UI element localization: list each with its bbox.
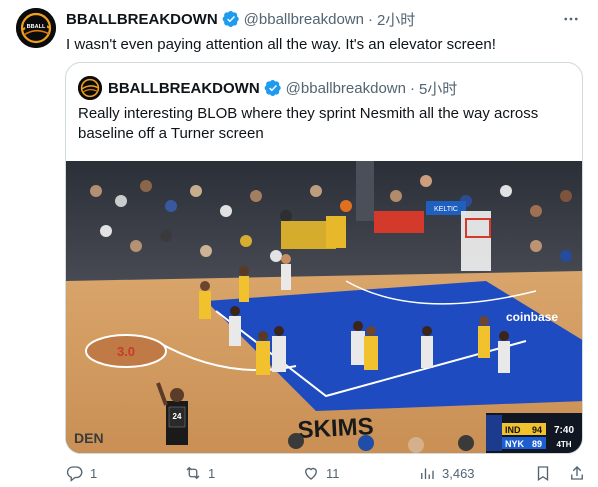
views-button[interactable]: 3,463	[418, 462, 475, 484]
verified-badge-icon	[222, 10, 239, 28]
separator-dot: ·	[367, 10, 373, 28]
tweet-actions: 1 1 11 3,463	[66, 462, 586, 484]
like-count: 11	[326, 465, 340, 481]
basketball-court-image: KELTIC 3.0 SKIMS DEN coinbase 24 IND 94 …	[66, 161, 582, 453]
quoted-handle[interactable]: @bballbreakdown	[286, 80, 406, 97]
display-name[interactable]: BBALLBREAKDOWN	[66, 11, 218, 28]
bookmark-icon	[537, 466, 549, 482]
more-dots-icon	[564, 17, 578, 21]
game-quarter: 4TH	[556, 440, 571, 449]
team2-abbr: NYK	[505, 439, 525, 449]
bballbreakdown-logo: BBALL	[16, 8, 56, 48]
quoted-text: Really interesting BLOB where they sprin…	[78, 105, 539, 142]
heart-icon	[305, 467, 317, 480]
repost-icon	[186, 466, 200, 480]
timestamp[interactable]: 2小时	[377, 9, 415, 30]
views-count: 3,463	[442, 465, 475, 481]
quoted-header: BBALLBREAKDOWN @bballbreakdown · 5小时	[108, 76, 457, 100]
share-button[interactable]	[568, 462, 586, 484]
repost-button[interactable]: 1	[184, 462, 215, 484]
repost-count: 1	[208, 465, 216, 481]
team2-score: 89	[532, 439, 542, 449]
avatar[interactable]: BBALL	[16, 8, 56, 48]
quoted-timestamp[interactable]: 5小时	[419, 78, 457, 99]
tweet: BBALL BBALLBREAKDOWN @bballbreakdown · 2…	[0, 0, 598, 487]
court-edge-text: DEN	[74, 430, 104, 446]
scoreboard: IND 94 NYK 89 7:40 4TH	[486, 413, 582, 453]
svg-text:BBALL: BBALL	[27, 24, 46, 30]
quoted-display-name[interactable]: BBALLBREAKDOWN	[108, 80, 260, 97]
quoted-tweet[interactable]: BBALLBREAKDOWN @bballbreakdown · 5小时 Rea…	[65, 62, 583, 454]
share-icon	[571, 466, 583, 480]
reply-icon	[66, 466, 83, 482]
game-clock: 7:40	[554, 425, 574, 436]
quoted-avatar[interactable]	[78, 76, 102, 100]
tweet-header: BBALLBREAKDOWN @bballbreakdown · 2小时	[66, 9, 415, 29]
tweet-text: I wasn't even paying attention all the w…	[66, 36, 496, 53]
court-logo-number: 3.0	[117, 344, 135, 359]
stanchion-text: KELTIC	[434, 206, 458, 213]
team1-score: 94	[532, 425, 542, 435]
team1-abbr: IND	[505, 425, 521, 435]
bookmark-button[interactable]	[534, 462, 552, 484]
separator-dot: ·	[409, 79, 415, 97]
bballbreakdown-logo	[78, 76, 102, 100]
verified-badge-icon	[264, 79, 281, 97]
handle[interactable]: @bballbreakdown	[244, 11, 364, 28]
referee-number: 24	[173, 412, 182, 421]
like-button[interactable]: 11	[302, 462, 340, 484]
analytics-bar-icon	[421, 468, 434, 479]
more-options-button[interactable]	[560, 8, 582, 30]
video-thumbnail[interactable]: KELTIC 3.0 SKIMS DEN coinbase 24 IND 94 …	[66, 161, 582, 453]
reply-button[interactable]: 1	[66, 462, 97, 484]
reply-count: 1	[90, 465, 98, 481]
coinbase-sign: coinbase	[506, 310, 558, 324]
